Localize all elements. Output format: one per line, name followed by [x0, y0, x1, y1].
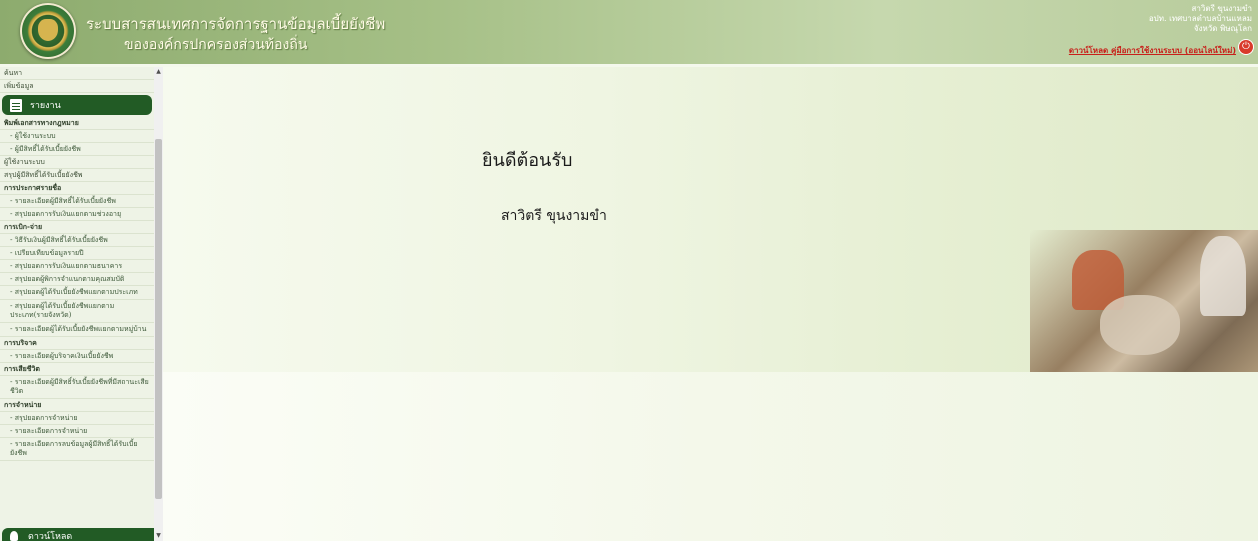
manual-download-link[interactable]: ดาวน์โหลด คู่มือการใช้งานระบบ (ออนไลน์ให… [1069, 44, 1236, 57]
sidebar-item[interactable]: - สรุปยอดการจำหน่าย [0, 412, 154, 425]
header-province: จังหวัด พิษณุโลก [1193, 24, 1252, 33]
sidebar-item-add-data[interactable]: เพิ่มข้อมูล [0, 80, 154, 93]
welcome-user-name: สาวิตรี ขุนงามขำ [501, 208, 607, 224]
sidebar-item[interactable]: - สรุปยอดผู้ได้รับเบี้ยยังชีพแยกตามประเภ… [0, 300, 154, 323]
sidebar-group-label: การเสียชีวิต [0, 363, 154, 376]
sidebar-group-label: พิมพ์เอกสารทางกฎหมาย [0, 117, 154, 130]
sidebar-group-label: การบริจาค [0, 337, 154, 350]
sidebar-item[interactable]: - รายละเอียดการลบข้อมูลผู้มีสิทธิ์ได้รับ… [0, 438, 154, 461]
sidebar-item[interactable]: - รายละเอียดผู้บริจาคเงินเบี้ยยังชีพ [0, 350, 154, 363]
scroll-up-arrow-icon[interactable]: ▲ [154, 67, 163, 77]
sidebar-item[interactable]: - ผู้มีสิทธิ์ได้รับเบี้ยยังชีพ [0, 143, 154, 156]
sidebar-item[interactable]: ผู้ใช้งานระบบ [0, 156, 154, 169]
sidebar-item[interactable]: - สรุปยอดผู้พิการจำแนกตามคุณสมบัติ [0, 273, 154, 286]
clipboard-icon [10, 98, 22, 112]
sidebar-group-label: การประกาศรายชื่อ [0, 182, 154, 195]
power-icon[interactable]: ⏻ [1239, 40, 1253, 54]
sidebar-item[interactable]: - เปรียบเทียบข้อมูลรายปี [0, 247, 154, 260]
sidebar-group-label: การจำหน่าย [0, 399, 154, 412]
sidebar-item[interactable]: - รายละเอียดผู้มีสิทธิ์ได้รับเบี้ยยังชีพ [0, 195, 154, 208]
sidebar-item[interactable]: - ผู้ใช้งานระบบ [0, 130, 154, 143]
sidebar-item-search[interactable]: ค้นหา [0, 67, 154, 80]
sidebar-group-label: การเบิก-จ่าย [0, 221, 154, 234]
header-user-name: สาวิตรี ขุนงามขำ [1191, 4, 1252, 13]
scroll-thumb[interactable] [155, 139, 162, 499]
photo-figure [1200, 236, 1246, 316]
sidebar-scrollbar[interactable]: ▲ ▼ [154, 67, 163, 541]
sidebar-section-download[interactable]: ดาวน์โหลด [2, 528, 154, 541]
system-title: ระบบสารสนเทศการจัดการฐานข้อมูลเบี้ยยังชี… [86, 15, 386, 33]
sidebar: ค้นหา เพิ่มข้อมูล รายงาน พิมพ์เอกสารทางก… [0, 67, 154, 541]
sidebar-item[interactable]: - รายละเอียดผู้มีสิทธิ์รับเบี้ยยังชีพที่… [0, 376, 154, 399]
sidebar-section-report[interactable]: รายงาน [2, 95, 152, 115]
sidebar-item[interactable]: - รายละเอียดผู้ได้รับเบี้ยยังชีพแยกตามหม… [0, 323, 154, 337]
sidebar-footer-label: ดาวน์โหลด [28, 532, 73, 541]
sidebar-item[interactable]: - สรุปยอดการรับเงินแยกตามธนาคาร [0, 260, 154, 273]
sidebar-item[interactable]: - สรุปยอดการรับเงินแยกตามช่วงอายุ [0, 208, 154, 221]
app-header: ระบบสารสนเทศการจัดการฐานข้อมูลเบี้ยยังชี… [0, 0, 1258, 67]
photo-figure [1100, 295, 1180, 355]
sidebar-item[interactable]: - วิธีรับเงินผู้มีสิทธิ์ได้รับเบี้ยยังชี… [0, 234, 154, 247]
main-lower-area [163, 372, 1258, 541]
organization-logo [20, 3, 76, 59]
sidebar-report-list: พิมพ์เอกสารทางกฎหมาย - ผู้ใช้งานระบบ - ผู้… [0, 117, 154, 461]
sidebar-item[interactable]: - รายละเอียดการจำหน่าย [0, 425, 154, 438]
user-info: สาวิตรี ขุนงามขำ อปท. เทศบาลตำบลบ้านแหลม… [1149, 4, 1252, 34]
header-org: อปท. เทศบาลตำบลบ้านแหลม [1148, 14, 1252, 23]
scroll-down-arrow-icon[interactable]: ▼ [154, 531, 163, 541]
download-icon [10, 531, 18, 541]
sidebar-item[interactable]: สรุปผู้มีสิทธิ์ได้รับเบี้ยยังชีพ [0, 169, 154, 182]
sidebar-section-label: รายงาน [30, 101, 61, 111]
sidebar-item[interactable]: - สรุปยอดผู้ได้รับเบี้ยยังชีพแยกตามประเภ… [0, 286, 154, 300]
welcome-heading: ยินดีต้อนรับ [482, 150, 573, 171]
system-subtitle: ขององค์กรปกครองส่วนท้องถิ่น [124, 37, 308, 53]
